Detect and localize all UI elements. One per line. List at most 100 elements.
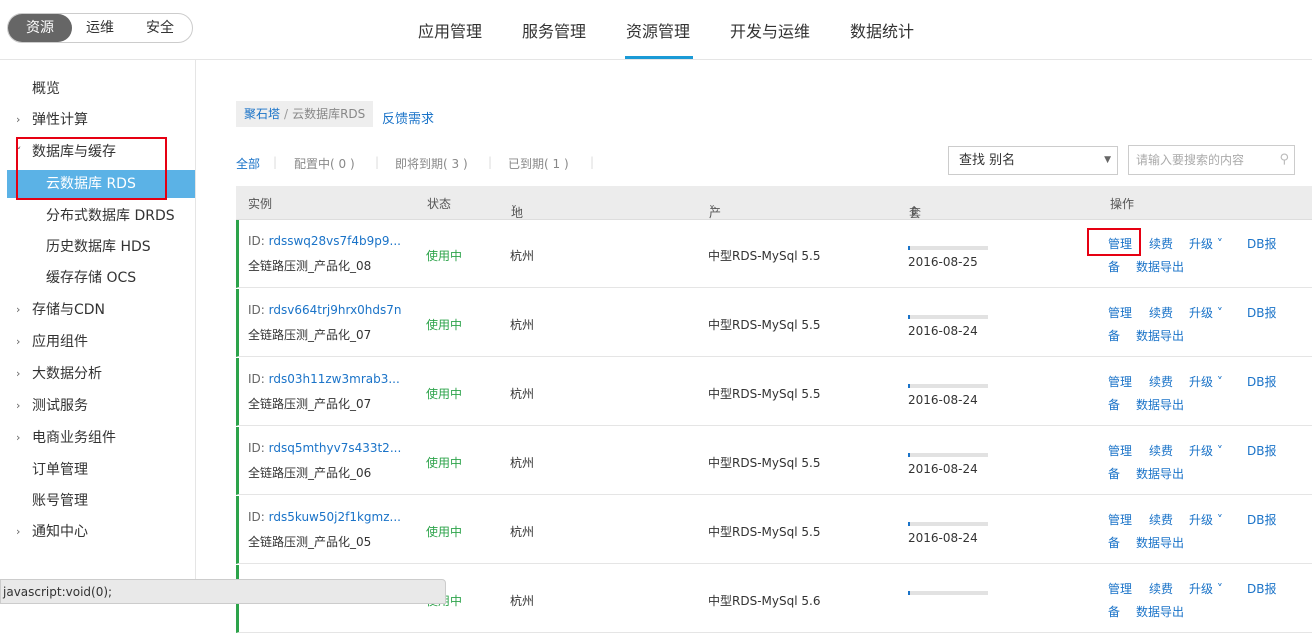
search-field-select[interactable]: 查找 别名 ▼	[948, 146, 1118, 175]
progress-fill	[908, 453, 910, 457]
renew-link[interactable]: 续费	[1149, 235, 1173, 252]
filter-configuring[interactable]: 配置中( 0 )	[294, 155, 355, 172]
segment-security[interactable]: 安全	[138, 14, 182, 42]
feedback-link[interactable]: 反馈需求	[382, 108, 434, 127]
db-report-link-cont[interactable]: 备	[1108, 327, 1120, 344]
instance-id-link[interactable]: rdsv664trj9hrx0hds7n	[269, 303, 402, 317]
db-report-link-cont[interactable]: 备	[1108, 465, 1120, 482]
sort-icon: ⇕	[909, 204, 920, 218]
top-segment-control: 资源 运维 安全	[7, 13, 193, 43]
chevron-down-icon: ˅	[1216, 375, 1223, 389]
sidebar-item-label: 大数据分析	[32, 366, 102, 382]
sidebar-item-overview[interactable]: 概览	[0, 75, 195, 103]
segment-resources[interactable]: 资源	[8, 14, 72, 42]
sidebar-item-hds[interactable]: 历史数据库 HDS	[0, 233, 195, 261]
table-row: ID: rds03h11zw3mrab3... 全链路压测_产品化_07 使用中 杭州…	[236, 358, 1312, 426]
sidebar-item-ecommerce[interactable]: › 电商业务组件	[0, 424, 195, 452]
manage-link[interactable]: 管理	[1108, 511, 1132, 528]
renew-link[interactable]: 续费	[1149, 580, 1173, 597]
sidebar-item-label: 账号管理	[32, 493, 88, 509]
chevron-right-icon: ›	[16, 113, 21, 126]
export-link[interactable]: 数据导出	[1136, 534, 1184, 551]
export-link[interactable]: 数据导出	[1136, 603, 1184, 620]
db-report-link-cont[interactable]: 备	[1108, 258, 1120, 275]
sidebar-item-notifications[interactable]: › 通知中心	[0, 518, 195, 546]
renew-link[interactable]: 续费	[1149, 373, 1173, 390]
nav-app-management[interactable]: 应用管理	[418, 18, 482, 42]
export-link[interactable]: 数据导出	[1136, 396, 1184, 413]
db-report-link-cont[interactable]: 备	[1108, 603, 1120, 620]
status-text: 使用中	[426, 525, 463, 539]
instance-id-link[interactable]: rds03h11zw3mrab3...	[269, 372, 400, 386]
instance-id: ID: rds03h11zw3mrab3...	[248, 372, 400, 386]
renew-link[interactable]: 续费	[1149, 511, 1173, 528]
status-text: 使用中	[426, 318, 463, 332]
instance-id-link[interactable]: rdsswq28vs7f4b9p9...	[269, 234, 401, 248]
sidebar-item-accounts[interactable]: 账号管理	[0, 487, 195, 515]
manage-link[interactable]: 管理	[1108, 304, 1132, 321]
upgrade-menu[interactable]: 升级 ˅	[1189, 442, 1223, 459]
browser-status-bar: javascript:void(0);	[0, 579, 446, 604]
sidebar-item-label: 通知中心	[32, 524, 88, 540]
db-report-link-cont[interactable]: 备	[1108, 396, 1120, 413]
table-row: ID: rdsq5mthyv7s433t2... 全链路压测_产品化_06 使用中 杭…	[236, 427, 1312, 495]
upgrade-menu[interactable]: 升级 ˅	[1189, 304, 1223, 321]
manage-link[interactable]: 管理	[1108, 373, 1132, 390]
table-row: ID: rdsswq28vs7f4b9p9... 全链路压测_产品化_08 使用中 杭…	[236, 220, 1312, 288]
renew-link[interactable]: 续费	[1149, 304, 1173, 321]
nav-resource-management[interactable]: 资源管理	[626, 18, 690, 42]
instance-id: ID: rdsswq28vs7f4b9p9...	[248, 234, 401, 248]
filter-all[interactable]: 全部	[236, 155, 260, 172]
chevron-down-icon: ˅	[1216, 237, 1223, 251]
sidebar-item-app-components[interactable]: › 应用组件	[0, 328, 195, 356]
search-input[interactable]: 请输入要搜索的内容 ⚲	[1128, 145, 1295, 175]
sidebar-item-label: 缓存存储 OCS	[46, 270, 137, 286]
sidebar-item-elastic-compute[interactable]: › 弹性计算	[0, 106, 195, 134]
instance-name: 全链路压测_产品化_06	[248, 466, 372, 480]
spec-text: 中型RDS-MySql 5.5	[708, 387, 821, 401]
highlight-box-manage	[1087, 228, 1141, 256]
search-icon: ⚲	[1279, 152, 1289, 167]
nav-statistics[interactable]: 数据统计	[850, 18, 914, 42]
nav-service-management[interactable]: 服务管理	[522, 18, 586, 42]
db-report-link[interactable]: DB报	[1247, 373, 1276, 390]
duration-progress-bar	[908, 315, 988, 319]
sidebar-item-orders[interactable]: 订单管理	[0, 456, 195, 484]
renew-link[interactable]: 续费	[1149, 442, 1173, 459]
segment-ops[interactable]: 运维	[80, 14, 120, 42]
db-report-link[interactable]: DB报	[1247, 580, 1276, 597]
sidebar-item-big-data[interactable]: › 大数据分析	[0, 360, 195, 388]
status-text: 使用中	[426, 249, 463, 263]
db-report-link[interactable]: DB报	[1247, 304, 1276, 321]
db-report-link[interactable]: DB报	[1247, 442, 1276, 459]
filter-expired[interactable]: 已到期( 1 )	[508, 155, 569, 172]
instance-id-link[interactable]: rds5kuw50j2f1kgmz...	[269, 510, 401, 524]
sidebar-item-storage-cdn[interactable]: › 存储与CDN	[0, 296, 195, 324]
manage-link[interactable]: 管理	[1108, 442, 1132, 459]
nav-dev-ops[interactable]: 开发与运维	[730, 18, 810, 42]
chevron-down-icon: ˅	[1216, 444, 1223, 458]
export-link[interactable]: 数据导出	[1136, 258, 1184, 275]
instance-id-link[interactable]: rdsq5mthyv7s433t2...	[269, 441, 402, 455]
instance-id: ID: rds5kuw50j2f1kgmz...	[248, 510, 401, 524]
db-report-link[interactable]: DB报	[1247, 235, 1276, 252]
filter-expiring[interactable]: 即将到期( 3 )	[395, 155, 468, 172]
upgrade-menu[interactable]: 升级 ˅	[1189, 373, 1223, 390]
sidebar-item-drds[interactable]: 分布式数据库 DRDS	[0, 202, 195, 230]
db-report-link-cont[interactable]: 备	[1108, 534, 1120, 551]
breadcrumb-root[interactable]: 聚石塔	[244, 107, 280, 121]
sidebar-item-ocs[interactable]: 缓存存储 OCS	[0, 264, 195, 292]
export-link[interactable]: 数据导出	[1136, 465, 1184, 482]
upgrade-menu[interactable]: 升级 ˅	[1189, 511, 1223, 528]
spec-text: 中型RDS-MySql 5.5	[708, 456, 821, 470]
region-text: 杭州	[510, 387, 535, 401]
export-link[interactable]: 数据导出	[1136, 327, 1184, 344]
upgrade-menu[interactable]: 升级 ˅	[1189, 235, 1223, 252]
db-report-link[interactable]: DB报	[1247, 511, 1276, 528]
instance-name: 全链路压测_产品化_05	[248, 535, 372, 549]
spec-text: 中型RDS-MySql 5.5	[708, 525, 821, 539]
sidebar-item-testing[interactable]: › 测试服务	[0, 392, 195, 420]
expire-date: 2016-08-24	[908, 393, 978, 407]
upgrade-menu[interactable]: 升级 ˅	[1189, 580, 1223, 597]
manage-link[interactable]: 管理	[1108, 580, 1132, 597]
